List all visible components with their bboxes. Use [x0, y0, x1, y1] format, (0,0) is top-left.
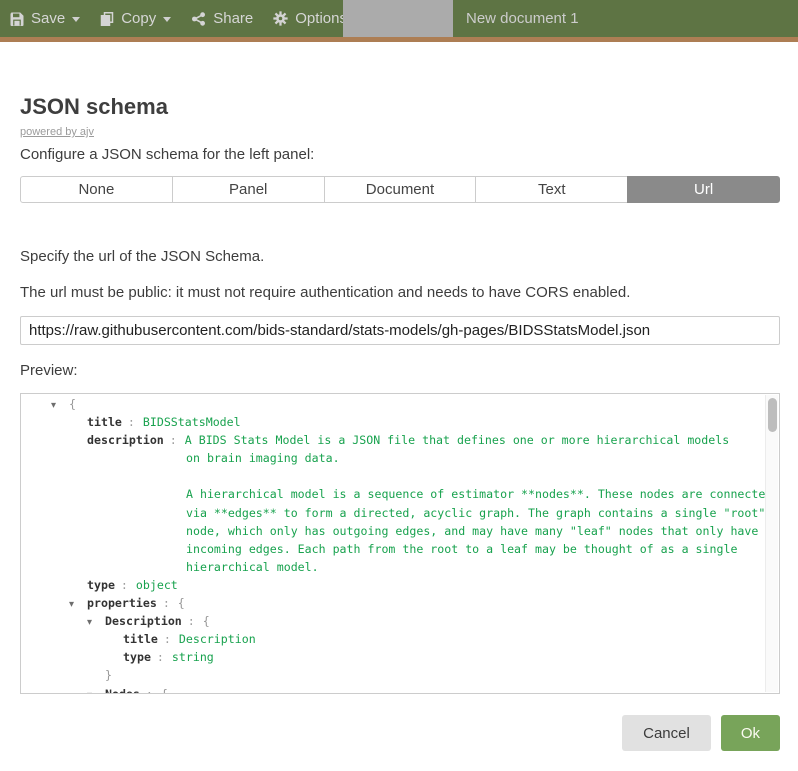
tree-value: BIDSStatsModel — [143, 415, 241, 429]
tree-row: type: string — [21, 650, 779, 668]
preview-scrollbar[interactable] — [765, 395, 778, 692]
tree-colon: : — [157, 650, 164, 664]
document-tab-label[interactable]: New document 1 — [466, 0, 579, 37]
tree-open-brace: { — [161, 687, 168, 695]
tree-colon: : — [146, 687, 153, 695]
tree-key: type — [87, 578, 115, 592]
scrollbar-thumb[interactable] — [768, 398, 777, 432]
active-document-tab[interactable] — [343, 0, 453, 42]
tree-value: hierarchical model. — [186, 560, 319, 574]
schema-mode-group: None Panel Document Text Url — [20, 176, 780, 203]
menu-item-label: Share — [213, 10, 253, 27]
mode-document-button[interactable]: Document — [324, 176, 477, 203]
tree-row: via **edges** to form a directed, acycli… — [21, 506, 779, 524]
tree-row — [21, 469, 779, 487]
tree-key: properties — [87, 596, 157, 610]
menu-item-label: Copy — [121, 10, 156, 27]
tree-open-brace: { — [69, 397, 76, 411]
copy-button[interactable]: Copy — [90, 0, 181, 37]
tree-row: node, which only has outgoing edges, and… — [21, 524, 779, 542]
gear-icon — [273, 11, 288, 26]
tree-row: description: A BIDS Stats Model is a JSON… — [21, 433, 779, 451]
share-nodes-icon — [191, 12, 206, 26]
tree-value: via **edges** to form a directed, acycli… — [186, 506, 765, 520]
tree-colon: : — [170, 433, 177, 447]
tree-row: hierarchical model. — [21, 560, 779, 578]
preview-tree: ▾{title:BIDSStatsModeldescription:A BIDS… — [21, 394, 779, 694]
mode-text-button[interactable]: Text — [475, 176, 628, 203]
tree-row: type: object — [21, 578, 779, 596]
tree-colon: : — [164, 632, 171, 646]
tree-row: ▾Description: { — [21, 614, 779, 632]
schema-preview: ▾{title:BIDSStatsModeldescription:A BIDS… — [20, 393, 780, 694]
tree-row: } — [21, 668, 779, 686]
tree-colon: : — [128, 415, 135, 429]
tree-row: ▾{ — [21, 397, 779, 415]
mode-url-button[interactable]: Url — [627, 176, 780, 203]
schema-url-input[interactable] — [20, 316, 780, 345]
floppy-disk-icon — [10, 12, 24, 26]
collapse-arrow-icon[interactable]: ▾ — [69, 599, 87, 610]
preview-label: Preview: — [20, 362, 78, 379]
tree-key: title — [87, 415, 122, 429]
share-button[interactable]: Share — [181, 0, 263, 37]
tree-colon: : — [163, 596, 170, 610]
tree-value: A BIDS Stats Model is a JSON file that d… — [185, 433, 729, 447]
mode-panel-button[interactable]: Panel — [172, 176, 325, 203]
mode-none-button[interactable]: None — [20, 176, 173, 203]
tree-value: node, which only has outgoing edges, and… — [186, 524, 758, 538]
dialog-title: JSON schema — [20, 94, 168, 120]
dialog-actions: Cancel Ok — [622, 715, 780, 751]
tree-row: ▾Nodes: { — [21, 687, 779, 695]
powered-by-ajv-link[interactable]: powered by ajv — [20, 126, 94, 138]
tree-key: description — [87, 433, 164, 447]
tree-key: Description — [105, 614, 182, 628]
copy-pages-icon — [100, 12, 114, 26]
tree-colon: : — [121, 578, 128, 592]
configure-label: Configure a JSON schema for the left pan… — [20, 146, 314, 163]
tree-row: title: BIDSStatsModel — [21, 415, 779, 433]
tree-close-brace: } — [105, 668, 112, 682]
tree-value: Description — [179, 632, 256, 646]
caret-down-icon — [72, 17, 80, 22]
menu-item-label: Save — [31, 10, 65, 27]
tree-key: Nodes — [105, 687, 140, 695]
json-schema-dialog: JSON schema powered by ajv Configure a J… — [0, 42, 798, 771]
collapse-arrow-icon[interactable]: ▾ — [87, 690, 105, 695]
tree-colon: : — [188, 614, 195, 628]
tree-value: A hierarchical model is a sequence of es… — [186, 487, 772, 501]
ok-button[interactable]: Ok — [721, 715, 780, 751]
tree-row: ▾properties: { — [21, 596, 779, 614]
tree-row: on brain imaging data. — [21, 451, 779, 469]
tree-open-brace: { — [178, 596, 185, 610]
tree-value: string — [172, 650, 214, 664]
tree-key: title — [123, 632, 158, 646]
tree-row: title: Description — [21, 632, 779, 650]
menu-item-label: Options — [295, 10, 347, 27]
toolbar: Save Copy Share Options — [0, 0, 798, 37]
url-note: The url must be public: it must not requ… — [20, 284, 630, 301]
tree-value: incoming edges. Each path from the root … — [186, 542, 737, 556]
accent-strip — [0, 37, 798, 42]
cancel-button[interactable]: Cancel — [622, 715, 711, 751]
save-button[interactable]: Save — [0, 0, 90, 37]
collapse-arrow-icon[interactable]: ▾ — [51, 400, 69, 411]
tree-value: object — [136, 578, 178, 592]
tree-value: on brain imaging data. — [186, 451, 340, 465]
url-instruction: Specify the url of the JSON Schema. — [20, 248, 264, 265]
tree-open-brace: { — [203, 614, 210, 628]
tree-row: A hierarchical model is a sequence of es… — [21, 487, 779, 505]
tree-row: incoming edges. Each path from the root … — [21, 542, 779, 560]
collapse-arrow-icon[interactable]: ▾ — [87, 617, 105, 628]
tree-key: type — [123, 650, 151, 664]
app-window: Save Copy Share Options — [0, 0, 798, 771]
caret-down-icon — [163, 17, 171, 22]
